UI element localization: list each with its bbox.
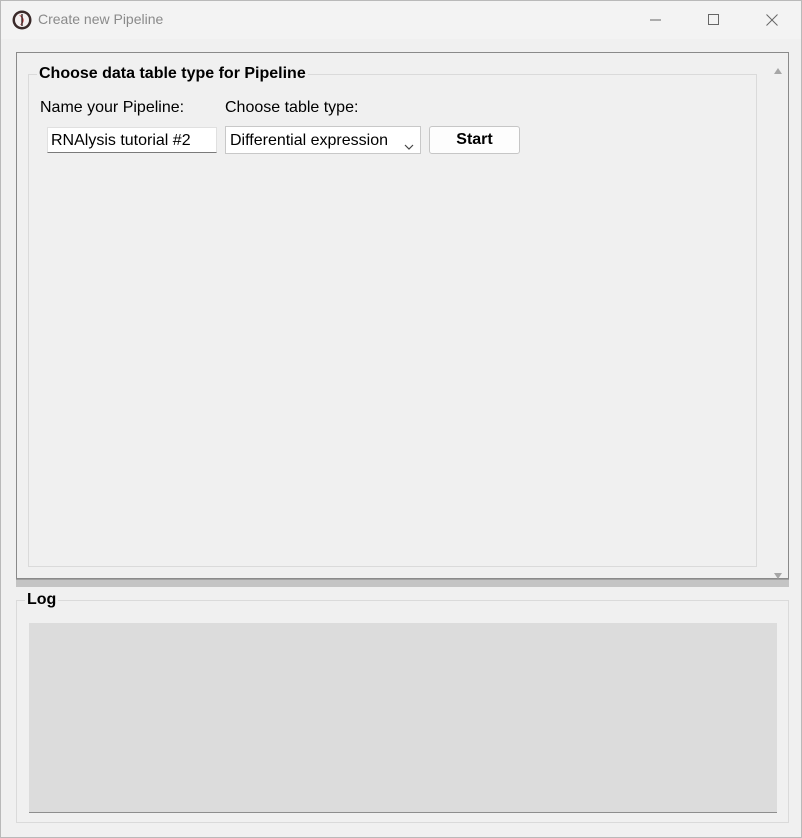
log-group-title: Log xyxy=(25,591,59,609)
table-type-select[interactable]: Differential expression xyxy=(225,126,421,154)
minimize-icon xyxy=(650,11,662,30)
maximize-button[interactable] xyxy=(685,1,743,39)
title-bar[interactable]: Create new Pipeline xyxy=(1,1,801,39)
vertical-scrollbar[interactable] xyxy=(768,53,788,579)
close-icon xyxy=(766,11,778,30)
window-title: Create new Pipeline xyxy=(38,11,164,27)
table-type-group-title: Choose data table type for Pipeline xyxy=(37,65,308,83)
close-button[interactable] xyxy=(743,1,801,39)
log-text-area[interactable] xyxy=(29,623,777,813)
rnalysis-logo-icon xyxy=(12,10,32,30)
splitter-handle[interactable] xyxy=(16,579,789,587)
start-button[interactable]: Start xyxy=(429,126,520,154)
pipeline-name-label: Name your Pipeline: xyxy=(40,99,185,116)
scroll-up-arrow-icon[interactable] xyxy=(773,60,783,79)
maximize-icon xyxy=(708,11,720,30)
table-type-label: Choose table type: xyxy=(225,99,359,116)
create-pipeline-window: Create new Pipeline Choose data table ty… xyxy=(0,0,802,838)
table-type-selected-value: Differential expression xyxy=(230,132,389,149)
minimize-button[interactable] xyxy=(627,1,685,39)
chevron-down-icon xyxy=(404,136,414,158)
pipeline-name-input[interactable]: RNAlysis tutorial #2 xyxy=(47,127,217,153)
